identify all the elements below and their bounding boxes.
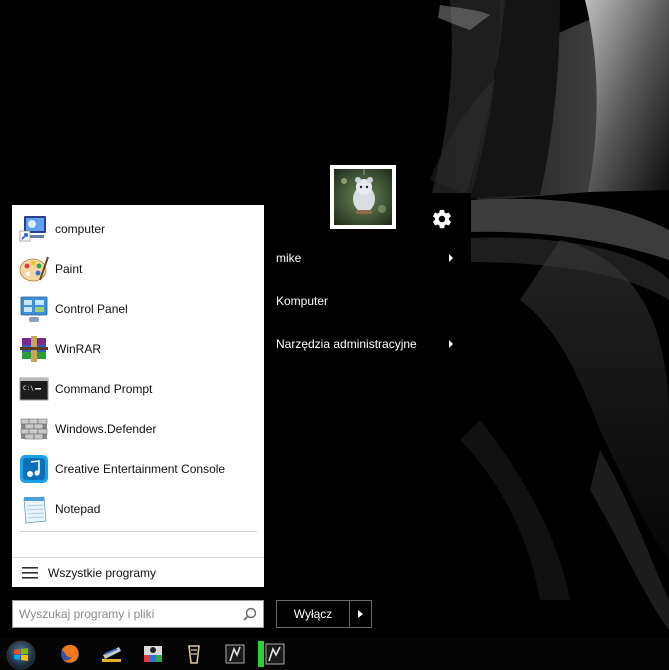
program-label: Paint (55, 262, 83, 276)
start-menu-program-list: computer Paint Control Panel WinRAR C:\ … (12, 205, 264, 587)
taskbar (0, 638, 669, 670)
chevron-right-icon (358, 610, 363, 618)
search-input[interactable] (19, 605, 239, 623)
program-label: WinRAR (55, 342, 102, 356)
program-item-command-prompt[interactable]: C:\ Command Prompt (12, 369, 264, 409)
right-item-label: mike (276, 251, 302, 265)
app-icon[interactable] (99, 641, 125, 667)
user-avatar-icon (334, 169, 392, 225)
search-box[interactable] (12, 600, 264, 628)
defender-icon (20, 418, 48, 440)
firefox-icon[interactable] (57, 641, 83, 667)
tool-icon[interactable] (181, 641, 207, 667)
computer-icon (19, 216, 46, 242)
all-programs-label: Wszystkie programy (48, 566, 157, 580)
right-item-user[interactable]: mike (264, 243, 471, 273)
right-item-admin-tools[interactable]: Narzędzia administracyjne (264, 329, 471, 359)
program-label: Notepad (55, 502, 101, 516)
all-programs-separator (12, 557, 264, 558)
list-divider (20, 531, 257, 532)
winrar-icon (20, 336, 48, 362)
creative-console-icon (20, 455, 48, 483)
chevron-right-icon (449, 340, 453, 348)
right-item-label: Komputer (276, 294, 329, 308)
program-label: Control Panel (55, 302, 128, 316)
active-app-icon[interactable] (258, 641, 288, 667)
right-item-label: Narzędzia administracyjne (276, 337, 417, 351)
program-item-control-panel[interactable]: Control Panel (12, 289, 264, 329)
program-item-paint[interactable]: Paint (12, 249, 264, 289)
search-icon[interactable] (243, 607, 257, 621)
user-picture[interactable] (330, 165, 396, 229)
game-icon[interactable] (222, 641, 248, 667)
gear-icon[interactable] (431, 208, 453, 230)
paint-icon (19, 256, 49, 282)
program-item-creative-console[interactable]: Creative Entertainment Console (12, 449, 264, 489)
program-item-windows-defender[interactable]: Windows.Defender (12, 409, 264, 449)
notepad-icon (23, 496, 47, 524)
all-programs-button[interactable]: Wszystkie programy (12, 559, 264, 587)
hamburger-icon (22, 567, 38, 579)
svg-text:C:\: C:\ (23, 385, 34, 392)
right-item-computer[interactable]: Komputer (264, 286, 471, 316)
start-orb-icon[interactable] (3, 638, 39, 670)
shutdown-group: Wyłącz (276, 600, 372, 628)
media-app-icon[interactable] (140, 641, 166, 667)
chevron-right-icon (449, 254, 453, 262)
shutdown-button[interactable]: Wyłącz (277, 601, 350, 627)
program-item-notepad[interactable]: Notepad (12, 489, 264, 529)
program-label: Command Prompt (55, 382, 153, 396)
program-label: computer (55, 222, 106, 236)
program-label: Creative Entertainment Console (55, 462, 226, 476)
program-item-computer[interactable]: computer (12, 209, 264, 249)
program-item-winrar[interactable]: WinRAR (12, 329, 264, 369)
command-prompt-icon: C:\ (19, 377, 49, 401)
control-panel-icon (20, 296, 48, 322)
program-label: Windows.Defender (55, 422, 157, 436)
shutdown-options-button[interactable] (350, 601, 371, 627)
